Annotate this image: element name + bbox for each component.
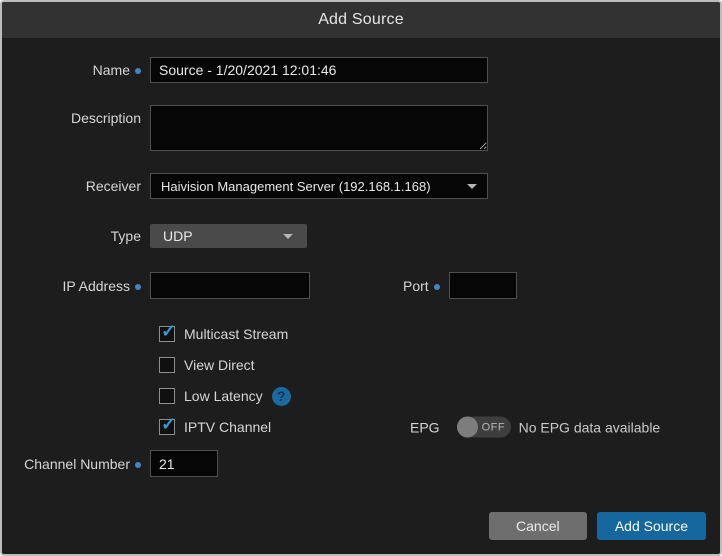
ip-address-label: IP Address bbox=[63, 278, 130, 294]
description-label: Description bbox=[71, 110, 141, 126]
iptv-channel-checkbox[interactable] bbox=[159, 419, 175, 435]
type-label: Type bbox=[111, 228, 141, 244]
required-indicator bbox=[135, 68, 141, 74]
iptv-channel-row: IPTV Channel EPG OFF No EPG data availab… bbox=[159, 417, 720, 437]
cancel-button[interactable]: Cancel bbox=[489, 512, 587, 540]
epg-toggle-state: OFF bbox=[482, 421, 506, 433]
dialog-header: Add Source bbox=[2, 2, 720, 38]
required-indicator bbox=[434, 284, 440, 290]
ip-address-label-wrap: IP Address bbox=[2, 278, 150, 294]
port-label: Port bbox=[403, 278, 429, 294]
receiver-label: Receiver bbox=[86, 178, 141, 194]
view-direct-checkbox[interactable] bbox=[159, 357, 175, 373]
name-label: Name bbox=[93, 62, 130, 78]
description-label-wrap: Description bbox=[2, 110, 150, 126]
name-row: Name bbox=[2, 57, 720, 83]
ip-address-input[interactable] bbox=[150, 272, 310, 299]
channel-number-label: Channel Number bbox=[24, 456, 130, 472]
stream-options-group: Multicast Stream View Direct Low Latency… bbox=[159, 324, 720, 437]
receiver-label-wrap: Receiver bbox=[2, 178, 150, 194]
port-input[interactable] bbox=[449, 272, 517, 299]
low-latency-checkbox[interactable] bbox=[159, 388, 175, 404]
low-latency-label[interactable]: Low Latency bbox=[184, 388, 263, 404]
epg-label: EPG bbox=[410, 419, 440, 435]
receiver-row: Receiver Haivision Management Server (19… bbox=[2, 173, 720, 199]
receiver-selected-value: Haivision Management Server (192.168.1.1… bbox=[161, 179, 431, 194]
help-icon[interactable]: ? bbox=[272, 387, 291, 406]
view-direct-row: View Direct bbox=[159, 355, 720, 375]
dialog-title: Add Source bbox=[318, 11, 404, 29]
chevron-down-icon bbox=[283, 234, 293, 239]
channel-number-input[interactable] bbox=[150, 450, 218, 477]
view-direct-label[interactable]: View Direct bbox=[184, 357, 255, 373]
add-source-button[interactable]: Add Source bbox=[597, 512, 706, 540]
type-label-wrap: Type bbox=[2, 228, 150, 244]
type-selected-value: UDP bbox=[163, 228, 193, 244]
iptv-channel-label[interactable]: IPTV Channel bbox=[184, 419, 271, 435]
description-row: Description bbox=[2, 105, 720, 151]
required-indicator bbox=[135, 462, 141, 468]
low-latency-row: Low Latency ? bbox=[159, 386, 720, 406]
epg-status-text: No EPG data available bbox=[519, 419, 661, 435]
receiver-select[interactable]: Haivision Management Server (192.168.1.1… bbox=[150, 173, 488, 199]
dialog-footer: Cancel Add Source bbox=[2, 498, 720, 554]
type-select[interactable]: UDP bbox=[150, 224, 307, 248]
name-label-wrap: Name bbox=[2, 62, 150, 78]
channel-number-label-wrap: Channel Number bbox=[2, 456, 150, 472]
channel-number-row: Channel Number bbox=[2, 450, 720, 477]
description-textarea[interactable] bbox=[150, 105, 488, 151]
required-indicator bbox=[135, 284, 141, 290]
ip-port-row: IP Address Port bbox=[2, 272, 720, 299]
multicast-stream-row: Multicast Stream bbox=[159, 324, 720, 344]
type-row: Type UDP bbox=[2, 224, 720, 248]
add-source-dialog: Add Source Name Description Receiver Hai… bbox=[0, 0, 722, 556]
name-input[interactable] bbox=[150, 57, 488, 83]
chevron-down-icon bbox=[467, 184, 477, 189]
toggle-knob-icon bbox=[457, 417, 478, 438]
multicast-stream-label[interactable]: Multicast Stream bbox=[184, 326, 288, 342]
port-label-wrap: Port bbox=[403, 278, 440, 294]
multicast-stream-checkbox[interactable] bbox=[159, 326, 175, 342]
epg-cluster: EPG OFF No EPG data available bbox=[410, 417, 660, 438]
epg-toggle[interactable]: OFF bbox=[457, 417, 511, 438]
